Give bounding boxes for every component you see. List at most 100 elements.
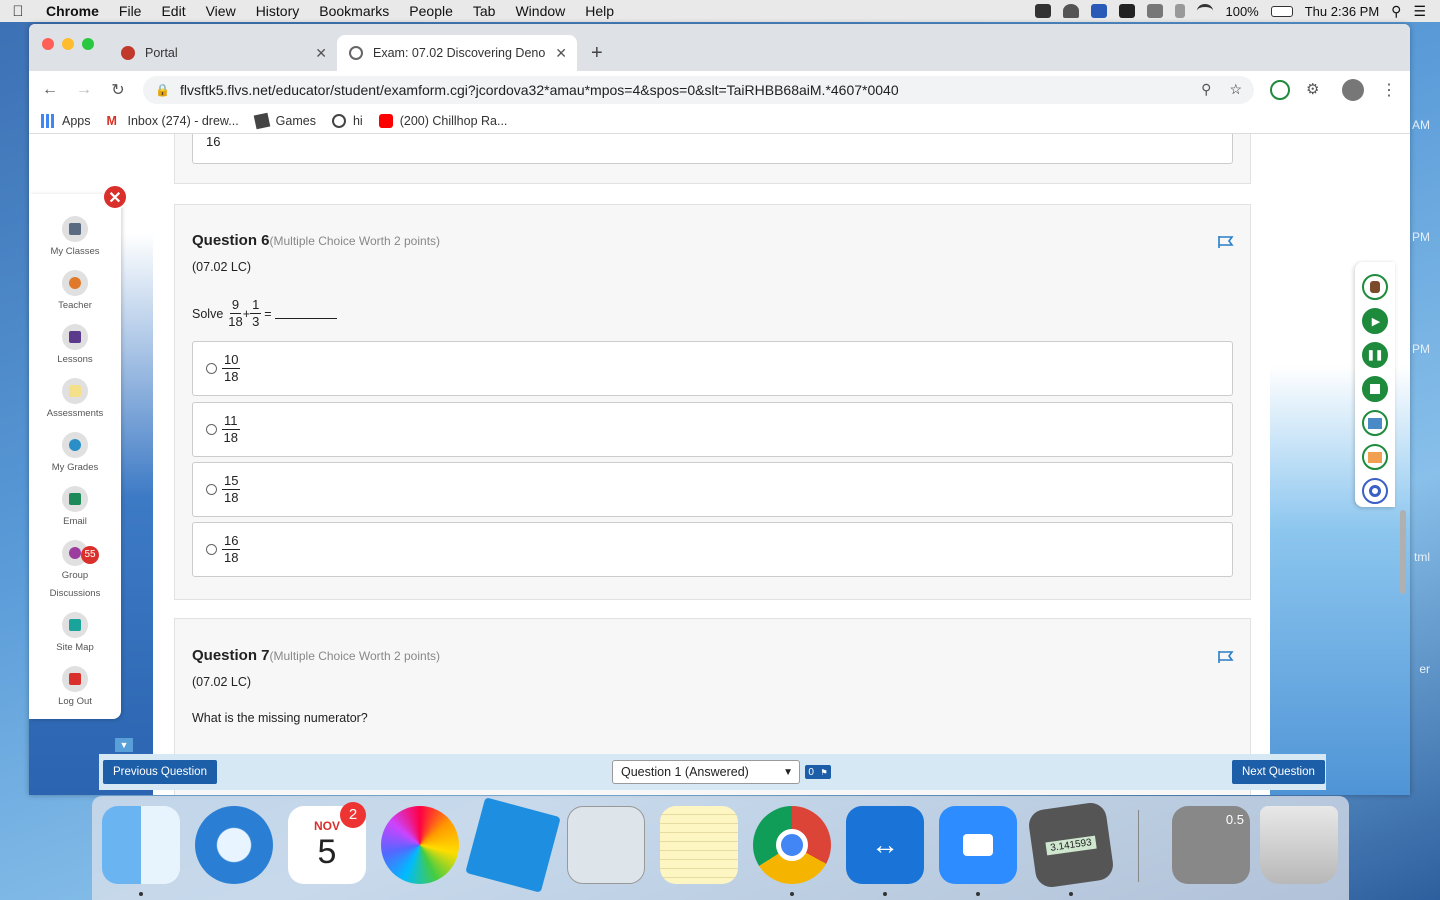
dictionary-icon[interactable] — [1362, 444, 1388, 470]
read-aloud-toolbar: ▶ ❚❚ — [1355, 262, 1395, 507]
nav-log-out[interactable]: Log Out — [29, 666, 121, 707]
menubar-status-area: 100% Thu 2:36 PM ⚲ ☰ — [1035, 3, 1440, 20]
flag-question-icon[interactable] — [1218, 650, 1234, 664]
exam-navigation-bar: Previous Question Question 1 (Answered) … — [99, 754, 1326, 790]
previous-question-button[interactable]: Previous Question — [103, 760, 217, 784]
answer-choice-b[interactable]: 11 18 — [192, 402, 1233, 457]
safari-icon[interactable] — [195, 806, 273, 884]
stop-icon[interactable] — [1362, 376, 1388, 402]
radio-button[interactable] — [206, 544, 217, 555]
menu-bookmarks[interactable]: Bookmarks — [309, 3, 399, 19]
radio-button[interactable] — [206, 424, 217, 435]
question-select[interactable]: Question 1 (Answered) ▼ — [612, 760, 800, 784]
lock-icon[interactable]: 🔒 — [155, 83, 170, 97]
forward-icon[interactable]: → — [75, 81, 93, 99]
photos-icon[interactable] — [381, 806, 459, 884]
nav-group-discussions[interactable]: 55 Group Discussions — [29, 540, 121, 607]
answer-choice-a[interactable]: 10 18 — [192, 341, 1233, 396]
menubar-clock[interactable]: Thu 2:36 PM — [1305, 4, 1379, 19]
bookmark-inbox[interactable]: M Inbox (274) - drew... — [107, 114, 239, 128]
menu-view[interactable]: View — [196, 3, 246, 19]
back-icon[interactable]: ← — [41, 81, 59, 99]
address-bar[interactable]: 🔒 flvsftk5.flvs.net/educator/student/exa… — [143, 75, 1254, 104]
nav-email[interactable]: Email — [29, 486, 121, 527]
nav-site-map[interactable]: Site Map — [29, 612, 121, 653]
bookmark-hi[interactable]: hi — [331, 113, 363, 128]
next-question-button[interactable]: Next Question — [1232, 760, 1325, 784]
answer-choice-d[interactable]: 16 18 — [192, 522, 1233, 577]
notebook-icon — [62, 324, 88, 350]
zoom-icon[interactable] — [939, 806, 1017, 884]
bookmark-chillhop[interactable]: (200) Chillhop Ra... — [378, 113, 507, 128]
picture-dictionary-icon[interactable] — [1362, 410, 1388, 436]
wifi-icon[interactable] — [1197, 4, 1214, 18]
calculator-display: 3.141593 — [1045, 835, 1097, 855]
tab-exam[interactable]: Exam: 07.02 Discovering Deno ✕ — [337, 35, 577, 71]
nav-lessons[interactable]: Lessons — [29, 324, 121, 365]
extensions-puzzle-icon[interactable]: ⚙ — [1306, 80, 1326, 100]
desktop-label: PM — [1412, 342, 1430, 356]
menu-app-name[interactable]: Chrome — [36, 3, 109, 19]
chrome-menu-icon[interactable]: ⋮ — [1380, 80, 1398, 100]
menu-tab[interactable]: Tab — [463, 3, 506, 19]
profile-avatar[interactable] — [1342, 78, 1364, 101]
radio-button[interactable] — [206, 363, 217, 374]
teamviewer-status-icon[interactable] — [1091, 4, 1108, 18]
apple-menu-icon[interactable]:  — [0, 3, 36, 20]
trash-icon[interactable] — [1260, 806, 1338, 884]
hand-pointer-icon[interactable] — [1362, 274, 1388, 300]
bookmark-label: Inbox (274) - drew... — [127, 113, 239, 128]
xcode-instruments-icon[interactable] — [567, 806, 645, 884]
page-scrollbar[interactable] — [1400, 510, 1406, 594]
play-icon[interactable]: ▶ — [1362, 308, 1388, 334]
nav-assessments[interactable]: Assessments — [29, 378, 121, 419]
answer-choice-c[interactable]: 15 18 — [192, 462, 1233, 517]
notification-center-icon[interactable]: ☰ — [1413, 3, 1426, 20]
bookmark-star-icon[interactable]: ☆ — [1229, 81, 1242, 98]
nav-teacher[interactable]: Teacher — [29, 270, 121, 311]
teamviewer-icon[interactable]: ↔ — [846, 806, 924, 884]
settings-gear-icon[interactable] — [1362, 478, 1388, 504]
finder-icon[interactable] — [102, 806, 180, 884]
notes-icon[interactable] — [660, 806, 738, 884]
battery-icon[interactable] — [1270, 5, 1293, 17]
chevron-down-icon[interactable]: ▼ — [115, 738, 133, 752]
menu-file[interactable]: File — [109, 3, 152, 19]
tools-status-icon[interactable] — [1147, 4, 1164, 18]
bookmark-apps[interactable]: Apps — [41, 113, 91, 128]
zoom-icon[interactable]: ⚲ — [1201, 81, 1211, 98]
close-sidebar-button[interactable]: ✕ — [102, 184, 128, 210]
flagged-count-badge[interactable]: 0 ⚑ — [805, 765, 831, 779]
reload-icon[interactable]: ↻ — [109, 80, 127, 100]
new-tab-icon[interactable]: + — [591, 42, 603, 65]
chrome-icon[interactable] — [753, 806, 831, 884]
pause-icon[interactable]: ❚❚ — [1362, 342, 1388, 368]
answer-choice[interactable]: 16 — [192, 134, 1233, 164]
macos-menubar:  Chrome File Edit View History Bookmark… — [0, 0, 1440, 22]
nav-my-grades[interactable]: My Grades — [29, 432, 121, 473]
roblox-studio-icon[interactable] — [465, 797, 561, 893]
close-window-button[interactable] — [42, 38, 54, 50]
menu-help[interactable]: Help — [575, 3, 624, 19]
menu-edit[interactable]: Edit — [151, 3, 195, 19]
tab-portal[interactable]: Portal ✕ — [109, 35, 337, 71]
menu-window[interactable]: Window — [505, 3, 575, 19]
flag-question-icon[interactable] — [1218, 235, 1234, 249]
zoom-status-icon[interactable] — [1035, 4, 1052, 18]
maximize-window-button[interactable] — [82, 38, 94, 50]
calculator-pro-icon[interactable]: 3.141593 — [1026, 800, 1116, 890]
menu-history[interactable]: History — [246, 3, 310, 19]
close-tab-icon[interactable]: ✕ — [315, 45, 327, 62]
bookmark-games[interactable]: Games — [253, 112, 316, 129]
spotlight-search-icon[interactable]: ⚲ — [1391, 3, 1401, 20]
extension-green-icon[interactable] — [1270, 79, 1290, 100]
nav-my-classes[interactable]: My Classes — [29, 216, 121, 257]
calculator-icon[interactable]: 0.5 — [1172, 806, 1250, 884]
radio-button[interactable] — [206, 484, 217, 495]
close-tab-icon[interactable]: ✕ — [555, 45, 567, 62]
menu-people[interactable]: People — [399, 3, 463, 19]
airdrop-status-icon[interactable] — [1063, 4, 1080, 18]
mail-status-icon[interactable] — [1119, 4, 1136, 18]
bluetooth-icon[interactable] — [1175, 4, 1186, 18]
minimize-window-button[interactable] — [62, 38, 74, 50]
